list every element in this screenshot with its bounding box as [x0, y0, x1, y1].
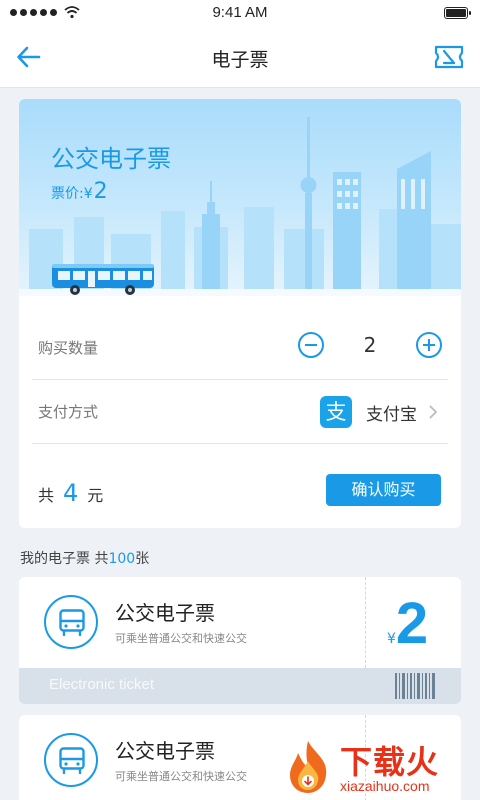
- total-value: 4: [63, 479, 79, 507]
- status-time: 9:41 AM: [212, 4, 268, 21]
- price-amount: 2: [93, 179, 108, 204]
- plus-icon[interactable]: [416, 332, 442, 358]
- ticket-card[interactable]: 公交电子票 可乘坐普通公交和快速公交 ¥ 2 Electronic ticket: [19, 577, 461, 704]
- watermark-text: 下载火: [340, 743, 440, 781]
- ticket-currency: ¥: [387, 631, 396, 647]
- watermark: 下载火 xiazaihuo.com: [282, 737, 472, 797]
- total-unit: 元: [87, 486, 104, 505]
- total-amount: 共 4 元: [38, 479, 103, 507]
- price-label: 票价:: [51, 186, 84, 202]
- bus-icon: [44, 733, 98, 787]
- status-bar: 9:41 AM: [0, 0, 480, 26]
- ticket-icon[interactable]: [432, 42, 466, 72]
- quantity-stepper: 2: [298, 332, 442, 360]
- ticket-subtitle: 可乘坐普通公交和快速公交: [115, 632, 247, 645]
- nav-bar: 电子票: [0, 26, 480, 88]
- hero-price: 票价: ¥ 2: [51, 179, 108, 204]
- minus-icon[interactable]: [298, 332, 324, 358]
- flame-logo-icon: [290, 741, 327, 793]
- battery-icon: [444, 7, 471, 19]
- ticket-title: 公交电子票: [115, 739, 215, 763]
- watermark-url: xiazaihuo.com: [340, 778, 430, 794]
- ticket-price-value: 2: [395, 591, 429, 656]
- hero-banner: 公交电子票 票价: ¥ 2: [19, 99, 461, 296]
- alipay-logo-icon: 支: [320, 396, 352, 428]
- ticket-title: 公交电子票: [115, 601, 215, 625]
- ticket-count-unit: 张: [135, 551, 150, 567]
- ticket-divider: [365, 577, 366, 668]
- quantity-label: 购买数量: [38, 339, 99, 357]
- payment-method-name: 支付宝: [366, 404, 417, 425]
- ticket-footer: Electronic ticket: [19, 668, 461, 704]
- hero-title: 公交电子票: [51, 145, 171, 173]
- quantity-row: 购买数量 2: [32, 316, 448, 380]
- chevron-right-icon: [429, 405, 437, 419]
- quantity-value: 2: [363, 333, 377, 357]
- purchase-card: 购买数量 2 支付方式 支 支付宝 共 4 元 确认购买: [19, 296, 461, 528]
- ticket-footer-label: Electronic ticket: [49, 676, 155, 693]
- bus-icon: [44, 595, 98, 649]
- barcode-icon: [395, 673, 435, 699]
- ticket-subtitle: 可乘坐普通公交和快速公交: [115, 770, 247, 783]
- bus-illustration: [52, 264, 154, 295]
- price-currency: ¥: [83, 186, 93, 202]
- my-tickets-label: 我的电子票 共: [20, 551, 109, 567]
- payment-method-selector[interactable]: 支 支付宝: [320, 395, 438, 429]
- ticket-price: ¥ 2: [387, 591, 428, 657]
- payment-label: 支付方式: [38, 403, 99, 421]
- total-prefix: 共: [38, 486, 55, 505]
- confirm-purchase-button[interactable]: 确认购买: [326, 474, 441, 506]
- ticket-count: 100: [108, 551, 136, 567]
- payment-row[interactable]: 支付方式 支 支付宝: [32, 380, 448, 444]
- page-title: 电子票: [211, 49, 269, 71]
- my-tickets-heading: 我的电子票 共100张: [20, 548, 149, 568]
